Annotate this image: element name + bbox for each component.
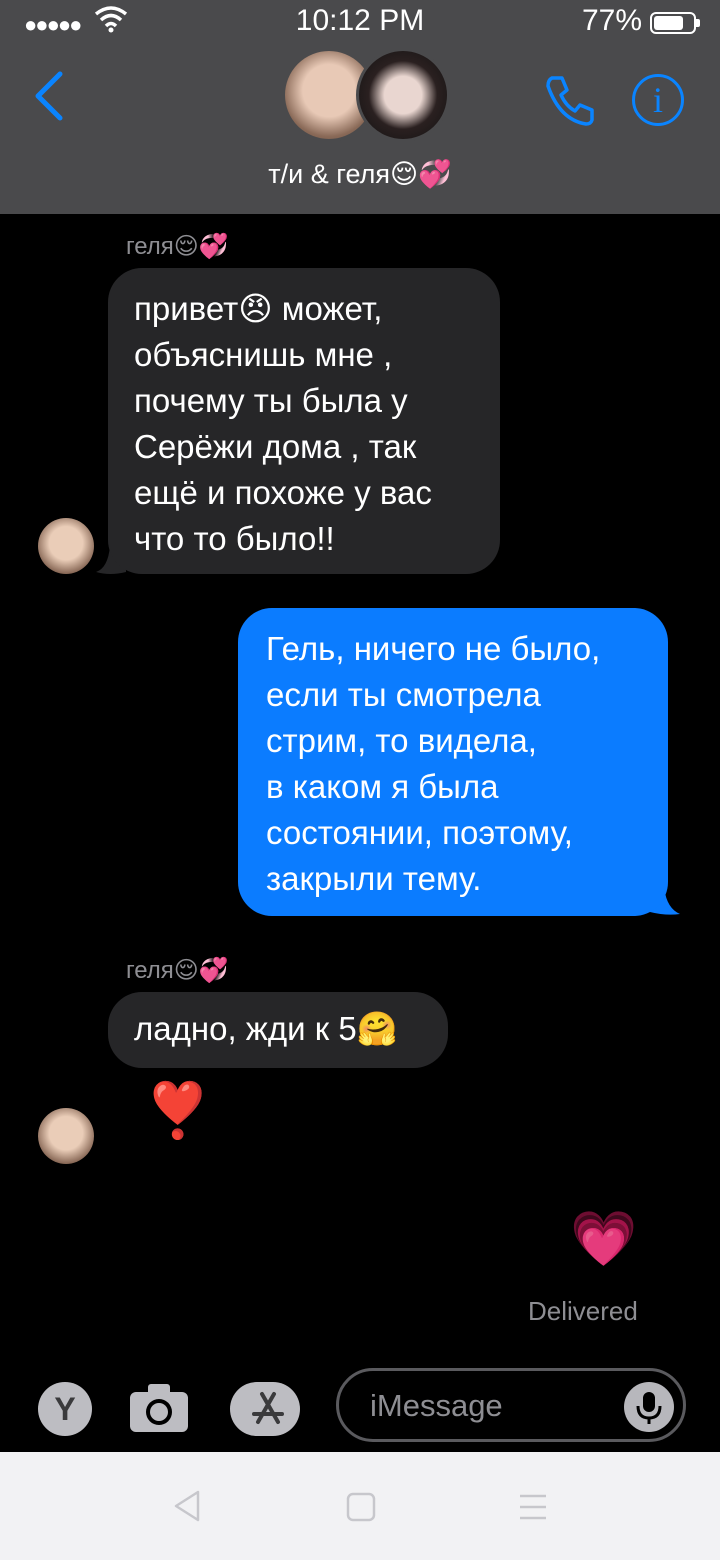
message-line: что то было!! <box>134 520 335 557</box>
message-line: Серёжи дома , так <box>134 428 417 465</box>
nav-home-icon[interactable] <box>346 1492 376 1527</box>
delivery-status: Delivered <box>528 1296 638 1326</box>
status-bar: ●●●●● 10:12 PM 77% <box>0 0 720 48</box>
message-text: ладно, жди к 5🤗 <box>134 1010 398 1047</box>
phone-icon[interactable] <box>542 72 598 133</box>
back-chevron-icon[interactable] <box>30 70 66 127</box>
info-icon[interactable]: i <box>632 74 684 126</box>
app-button[interactable]: Y <box>38 1382 92 1436</box>
emoji-message[interactable]: ❣️ <box>144 1084 211 1138</box>
sender-name: геля😌💞 <box>126 233 229 260</box>
message-bubble[interactable]: ладно, жди к 5🤗 <box>108 992 448 1068</box>
message-line: почему ты была у <box>134 382 408 419</box>
sender-name: геля😌💞 <box>126 957 229 984</box>
battery-icon <box>650 12 700 34</box>
message-placeholder: iMessage <box>370 1388 503 1423</box>
message-line: привет😠 может, <box>134 290 383 327</box>
message-line: ещё и похоже у вас <box>134 474 432 511</box>
battery-percent: 77% <box>582 4 643 37</box>
nav-menu-icon[interactable] <box>518 1492 548 1527</box>
battery-level <box>654 16 683 30</box>
message-line: в каком я была <box>266 768 499 805</box>
message-line: Гель, ничего не было, <box>266 630 601 667</box>
avatar[interactable] <box>38 518 94 574</box>
message-line: если ты смотрела <box>266 676 541 713</box>
message-bubble[interactable]: Гель, ничего не было, если ты смотрела с… <box>238 608 668 916</box>
message-line: объяснишь мне , <box>134 336 393 373</box>
emoji-message[interactable]: 💗 <box>570 1212 637 1266</box>
camera-icon[interactable] <box>128 1380 190 1439</box>
battery-cap <box>696 19 700 27</box>
mic-icon[interactable] <box>624 1382 674 1432</box>
chat-title[interactable]: т/и & геля😌💞 <box>0 158 720 190</box>
app-store-glyph <box>248 1388 288 1437</box>
message-line: состоянии, поэтому, <box>266 814 573 851</box>
message-line: закрыли тему. <box>266 860 482 897</box>
avatar[interactable] <box>356 48 450 142</box>
nav-back-icon[interactable] <box>172 1490 202 1527</box>
message-line: стрим, то видела, <box>266 722 537 759</box>
message-bubble[interactable]: привет😠 может, объяснишь мне , почему ты… <box>108 268 500 574</box>
system-nav-bar <box>0 1452 720 1560</box>
avatar[interactable] <box>38 1108 94 1164</box>
